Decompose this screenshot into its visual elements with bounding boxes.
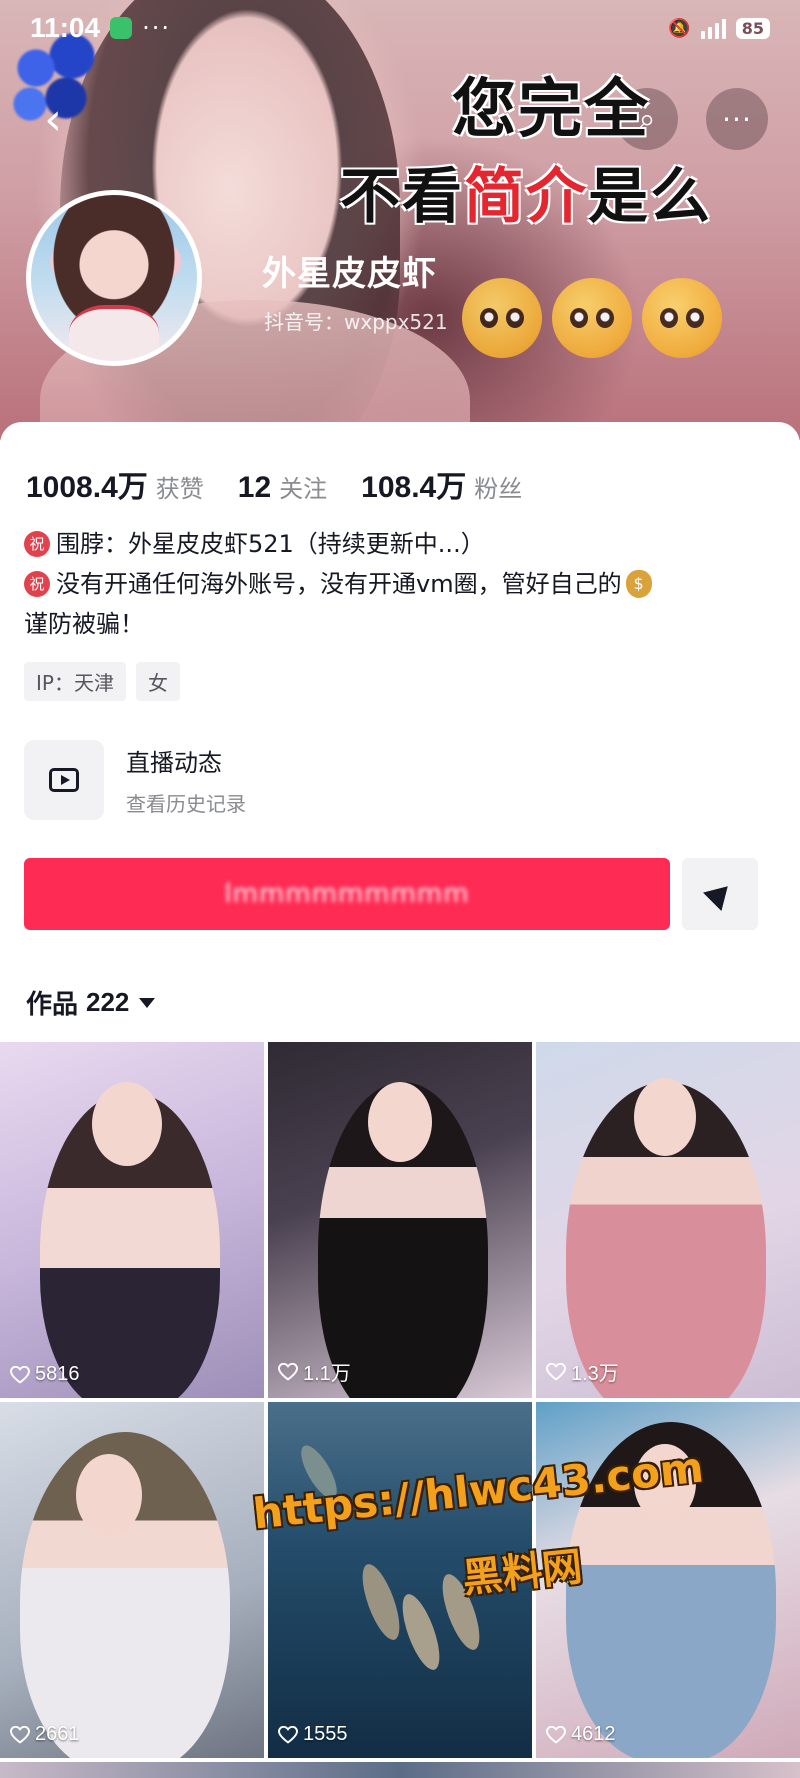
live-history-entry[interactable]: 直播动态 查看历史记录 — [24, 738, 424, 822]
follow-button[interactable]: lmmmmmmmmm — [24, 858, 670, 930]
share-button[interactable] — [682, 858, 758, 930]
pleading-face-icon — [462, 278, 542, 358]
following-count[interactable]: 12 — [238, 471, 271, 505]
douyin-id[interactable]: 抖音号：wxppx521 — [264, 306, 448, 335]
likes-label: 获赞 — [155, 475, 204, 503]
live-entry-title: 直播动态 — [126, 749, 222, 777]
profile-tags: IP：天津 女 — [24, 662, 180, 701]
like-count: 5816 — [10, 1363, 80, 1386]
like-count: 1.1万 — [278, 1357, 351, 1386]
avatar[interactable] — [26, 190, 202, 366]
live-entry-text: 直播动态 查看历史记录 — [126, 743, 246, 817]
likes-count[interactable]: 1008.4万 — [26, 462, 148, 506]
thumbnail-face — [368, 1082, 432, 1162]
status-time: 11:04 — [30, 12, 101, 43]
heart-icon — [10, 1725, 30, 1744]
banner-text-line1: 您完全 — [452, 73, 650, 147]
like-count: 2661 — [10, 1723, 80, 1746]
like-count: 1555 — [278, 1723, 348, 1746]
video-thumbnail[interactable]: 1.1万 — [268, 1042, 532, 1398]
heart-icon — [546, 1362, 566, 1381]
like-count-value: 4612 — [571, 1723, 616, 1745]
bio-text: 没有开通任何海外账号，没有开通vm圈，管好自己的 — [56, 570, 622, 598]
banner-text-highlight: 简介 — [464, 162, 588, 232]
thumbnail-face — [92, 1082, 162, 1166]
like-count-value: 1.3万 — [571, 1363, 619, 1385]
follow-button-label: lmmmmmmmmm — [224, 879, 470, 909]
like-count: 1.3万 — [546, 1357, 619, 1386]
like-count-value: 1.1万 — [303, 1363, 351, 1385]
live-tv-icon — [24, 740, 104, 820]
blessing-badge-icon: 祝 — [24, 571, 50, 597]
pleading-face-icon — [552, 278, 632, 358]
video-thumbnail[interactable]: 2661 — [0, 1402, 264, 1758]
following-label: 关注 — [279, 475, 328, 503]
ip-location-tag: IP：天津 — [24, 662, 126, 701]
bio-text: 围脖：外星皮皮虾521（持续更新中...） — [56, 530, 485, 558]
like-count-value: 2661 — [35, 1723, 80, 1745]
profile-info-card: 1008.4万 获赞 12 关注 108.4万 粉丝 祝 围脖：外星皮皮虾521… — [0, 422, 800, 1042]
status-right: 🔕 85 — [668, 17, 770, 39]
like-count-value: 5816 — [35, 1363, 80, 1385]
gender-tag: 女 — [135, 662, 180, 701]
bio: 祝 围脖：外星皮皮虾521（持续更新中...） 祝 没有开通任何海外账号，没有开… — [24, 524, 764, 644]
works-count: 222 — [86, 987, 130, 1017]
heart-icon — [10, 1365, 30, 1384]
stats-row: 1008.4万 获赞 12 关注 108.4万 粉丝 — [26, 462, 556, 506]
battery-indicator: 85 — [735, 17, 770, 39]
more-options-button[interactable]: ··· — [706, 88, 768, 150]
heart-icon — [278, 1362, 298, 1381]
video-thumbnail[interactable]: 5816 — [0, 1042, 264, 1398]
heart-icon — [278, 1725, 298, 1744]
banner-text-line2: 不看简介是么 — [340, 148, 712, 235]
heart-icon — [546, 1725, 566, 1744]
works-tab[interactable]: 作品 222 — [26, 984, 156, 1021]
blessing-badge-icon: 祝 — [24, 531, 50, 557]
status-more-icon: ··· — [142, 14, 171, 42]
bio-line: 祝 没有开通任何海外账号，没有开通vm圈，管好自己的 $ — [24, 564, 764, 604]
nickname: 外星皮皮虾 — [262, 254, 437, 294]
works-label: 作品 — [26, 990, 79, 1020]
video-grid: 5816 1.1万 1.3万 2661 1555 4612 — [0, 1042, 800, 1758]
signal-icon — [700, 17, 726, 39]
money-bag-icon: $ — [625, 570, 652, 598]
banner-text-part: 不看 — [340, 162, 464, 232]
mute-icon: 🔕 — [668, 17, 691, 39]
chevron-down-icon — [139, 997, 156, 1008]
dolphin-shape — [395, 1589, 447, 1675]
back-button[interactable]: ‹ — [22, 88, 84, 150]
followers-label: 粉丝 — [474, 475, 523, 503]
video-thumbnail[interactable]: 1.3万 — [536, 1042, 800, 1398]
pleading-face-icon — [642, 278, 722, 358]
dolphin-shape — [355, 1559, 407, 1645]
thumbnail-face — [76, 1454, 142, 1536]
share-arrow-icon — [703, 877, 737, 911]
banner-text-part: 是么 — [588, 162, 712, 232]
bio-line: 谨防被骗！ — [24, 604, 764, 644]
bio-text: 谨防被骗！ — [24, 610, 144, 638]
like-count: 4612 — [546, 1723, 616, 1746]
bio-line: 祝 围脖：外星皮皮虾521（持续更新中...） — [24, 524, 764, 564]
status-bar: 11:04 ··· 🔕 85 — [0, 0, 800, 56]
emoji-row — [462, 278, 722, 358]
profile-cover: 11:04 ··· 🔕 85 ‹ ⌕ ··· 您完全 不看简介是么 外星皮皮虾 … — [0, 0, 800, 440]
avatar-outfit — [69, 305, 159, 361]
followers-count[interactable]: 108.4万 — [361, 462, 466, 506]
live-entry-subtitle: 查看历史记录 — [126, 792, 246, 816]
thumbnail-face — [634, 1078, 696, 1156]
like-count-value: 1555 — [303, 1723, 348, 1745]
wechat-notification-icon — [110, 17, 133, 39]
next-row-peek — [0, 1762, 800, 1778]
